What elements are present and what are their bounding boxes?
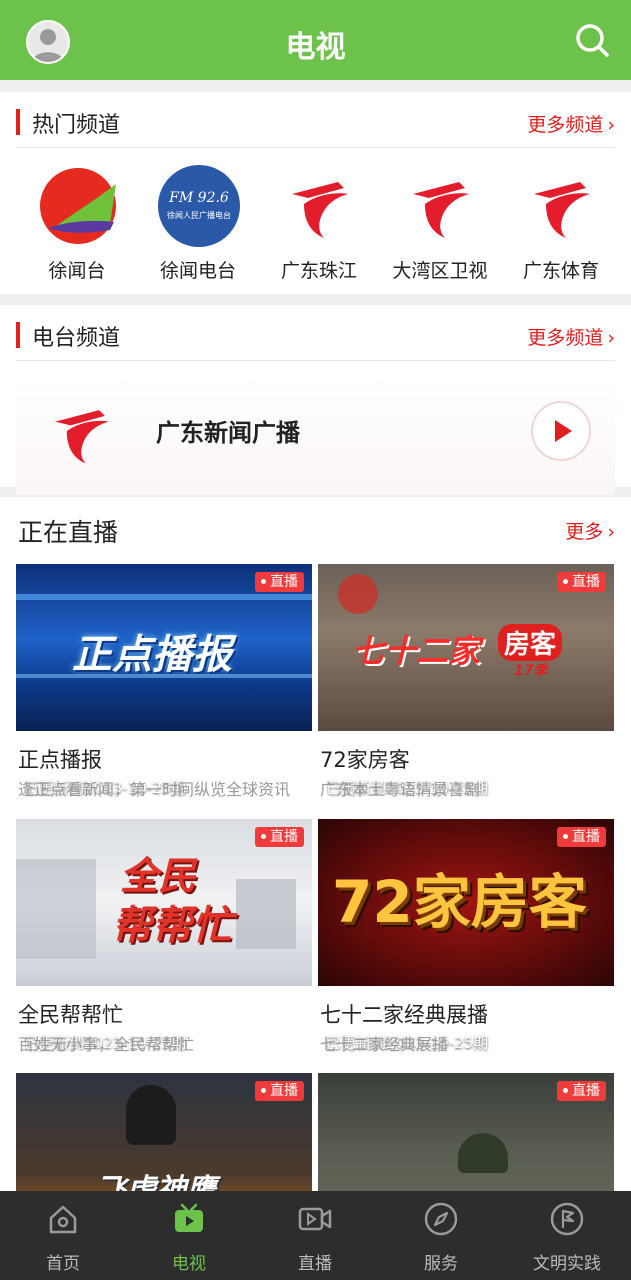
nav-label: 服务 (424, 1254, 458, 1274)
thumbnail-title-text: 七十二家 (352, 632, 481, 670)
compass-icon (424, 1202, 458, 1236)
channel-item[interactable]: 大湾区卫视 (385, 164, 495, 284)
program-title: 72家房客 (320, 748, 410, 772)
channel-list: 徐闻台 FM 92.6 徐闻人民广播电台 徐闻电台 广东珠江 大湾区卫视 广东体… (0, 164, 631, 284)
more-live-link[interactable]: 更多 › (565, 517, 615, 544)
section-accent-bar (16, 322, 20, 348)
guangdong-radio-logo-icon (42, 393, 122, 473)
play-button[interactable] (531, 401, 591, 461)
top-app-bar: 电视 (0, 0, 631, 80)
more-label: 更多 (565, 521, 604, 543)
live-program-card[interactable]: 直播 (318, 1073, 614, 1191)
thumbnail-title-text: 全民 (120, 854, 197, 898)
section-header: 热门频道 更多频道 › (16, 92, 615, 148)
thumbnail-subtitle-text: 帮帮忙 (112, 903, 232, 949)
thumbnail-season-text: 17季 (514, 663, 548, 679)
live-program-card[interactable]: 七十二家 房客 17季 直播 已更新到2023-10-25期 72家房客 广东本… (318, 564, 614, 804)
tv-icon (175, 1203, 203, 1232)
program-description: 广东本土粤语情景喜剧 (320, 780, 481, 799)
hot-channels-section: 热门频道 更多频道 › 徐闻台 FM 92.6 徐闻人民广播电台 徐闻电台 广东… (0, 92, 631, 294)
channel-item[interactable]: 广东体育 (506, 164, 616, 284)
thumbnail-title-text: 飞虎神鹰 (96, 1173, 216, 1191)
channel-item[interactable]: 徐闻台 (22, 164, 132, 284)
nav-item-services[interactable]: 服务 (378, 1191, 504, 1280)
live-badge: 直播 (557, 827, 606, 847)
thumbnail-subtitle-text: 房客 (498, 624, 563, 661)
channel-item[interactable]: FM 92.6 徐闻人民广播电台 徐闻电台 (143, 164, 253, 284)
live-badge: 直播 (255, 1081, 304, 1101)
xuwen-radio-logo-icon: FM 92.6 徐闻人民广播电台 (157, 164, 241, 248)
live-section: 正在直播 更多 › 正点播报 直播 已更新到2023-10-25期 正点播报 逢正… (0, 497, 631, 1191)
program-description: 百姓无小事，全民帮帮忙 (18, 1035, 195, 1054)
live-badge: 直播 (255, 827, 304, 847)
radio-channels-section: 电台频道 更多频道 › 广东新闻广播 (0, 305, 631, 495)
radio-channel-item[interactable]: 广东新闻广播 (16, 375, 615, 495)
chevron-right-icon: › (607, 327, 615, 349)
page-title: 电视 (285, 30, 346, 65)
bottom-navigation: 首页 电视 直播 服务 文明实践 (0, 1191, 631, 1280)
live-program-card[interactable]: 正点播报 直播 已更新到2023-10-25期 正点播报 逢正点看新闻，第一时间… (16, 564, 312, 804)
live-badge: 直播 (255, 572, 304, 592)
chevron-right-icon: › (607, 521, 615, 543)
program-description: 逢正点看新闻，第一时间纵览全球资讯 (18, 780, 291, 799)
nav-label: 电视 (172, 1254, 206, 1274)
channel-name: 广东体育 (522, 260, 599, 282)
live-program-card[interactable]: 全民 帮帮忙 直播 已更新到2023-10-25期 全民帮帮忙 百姓无小事，全民… (16, 819, 312, 1059)
guangdong-tv-logo-icon (520, 164, 604, 248)
live-badge: 直播 (557, 1081, 606, 1101)
home-icon (49, 1205, 77, 1234)
program-title: 正点播报 (18, 748, 102, 772)
nav-label: 直播 (298, 1254, 332, 1274)
more-channels-link[interactable]: 更多频道 › (527, 110, 615, 137)
live-program-card[interactable]: 72家房客 直播 已更新到2023-10-25期 七十二家经典展播 七十二家经典… (318, 819, 614, 1059)
channel-item[interactable]: 广东珠江 (264, 164, 374, 284)
radio-logo-frequency: FM 92.6 (168, 190, 229, 206)
tv-page: 电视 热门频道 更多频道 › 徐闻台 FM 92.6 徐闻人民广播电台 徐闻电台… (0, 0, 631, 1280)
program-description: 七十二家经典展播 (320, 1035, 449, 1054)
channel-name: 广东珠江 (280, 260, 357, 282)
section-title: 热门频道 (32, 113, 121, 138)
guangdong-tv-logo-icon (399, 164, 483, 248)
section-title: 正在直播 (18, 518, 119, 547)
live-badge: 直播 (557, 572, 606, 592)
section-header: 电台频道 更多频道 › (16, 305, 615, 361)
channel-name: 大湾区卫视 (392, 260, 488, 282)
nav-label: 首页 (46, 1254, 80, 1274)
nav-item-civilization-practice[interactable]: 文明实践 (504, 1191, 630, 1280)
search-icon[interactable] (574, 22, 610, 58)
channel-name: 徐闻台 (48, 260, 106, 282)
guangdong-tv-logo-icon (278, 164, 362, 248)
nav-item-home[interactable]: 首页 (0, 1191, 126, 1280)
program-title: 全民帮帮忙 (18, 1003, 123, 1027)
nav-label: 文明实践 (533, 1254, 601, 1274)
play-icon (555, 420, 572, 442)
flag-icon (550, 1202, 584, 1236)
nav-item-live[interactable]: 直播 (252, 1191, 378, 1280)
channel-name: 徐闻电台 (159, 260, 236, 282)
radio-logo-station-name: 徐闻人民广播电台 (167, 210, 231, 220)
thumbnail-title-text: 72家房客 (332, 868, 587, 936)
xuwen-tv-logo-icon (36, 164, 120, 248)
thumbnail-title-text: 正点播报 (72, 632, 232, 678)
radio-channel-name: 广东新闻广播 (156, 419, 300, 447)
chevron-right-icon: › (607, 114, 615, 136)
nav-item-tv[interactable]: 电视 (126, 1191, 252, 1280)
live-program-card[interactable]: 飞虎神鹰 直播 (16, 1073, 312, 1191)
more-label: 更多频道 (527, 327, 604, 349)
more-label: 更多频道 (527, 114, 604, 136)
live-video-icon (298, 1207, 332, 1231)
section-accent-bar (16, 109, 20, 135)
program-title: 七十二家经典展播 (320, 1003, 488, 1027)
more-channels-link[interactable]: 更多频道 › (527, 323, 615, 350)
section-title: 电台频道 (32, 326, 121, 351)
